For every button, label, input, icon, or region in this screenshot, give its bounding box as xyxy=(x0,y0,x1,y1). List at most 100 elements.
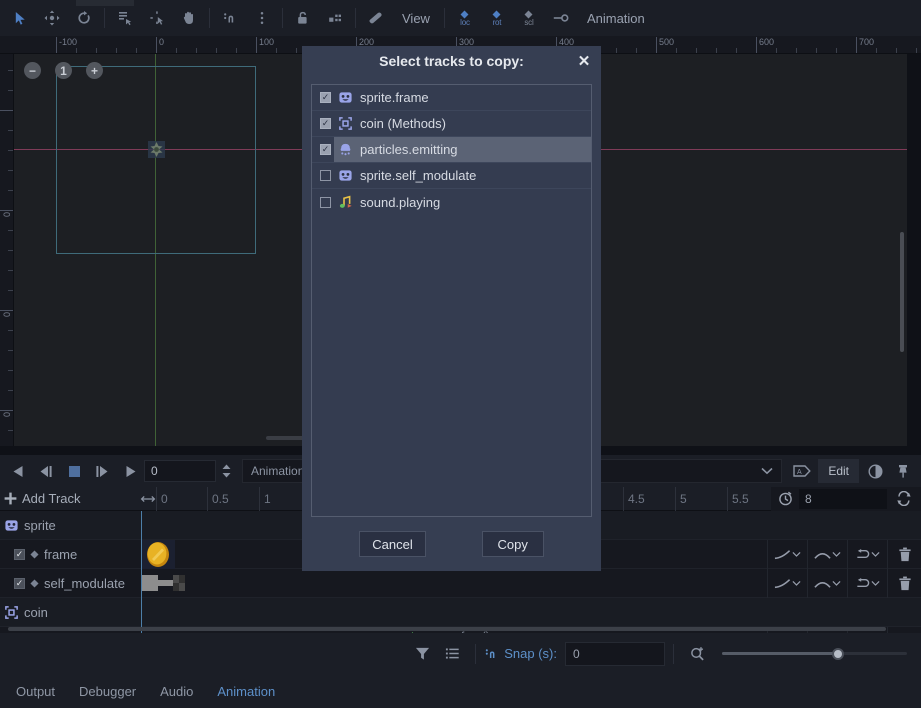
list-item[interactable]: ✓ coin (Methods) xyxy=(312,111,591,137)
loop-icon[interactable] xyxy=(887,491,921,506)
zoom-slider-knob[interactable] xyxy=(832,647,844,660)
track-loop-wrap-button[interactable] xyxy=(847,568,887,598)
track-name: ✓ self_modulate xyxy=(0,569,141,598)
filter-icon[interactable] xyxy=(407,640,437,668)
snap-value-field[interactable]: 0 xyxy=(565,641,665,666)
onion-skin-button[interactable] xyxy=(861,458,889,484)
timeline-playhead[interactable] xyxy=(141,511,142,633)
copy-button[interactable]: Copy xyxy=(481,531,544,557)
zoom-controls: − 1 + xyxy=(24,62,103,79)
play-backwards-button[interactable] xyxy=(4,458,32,484)
list-item[interactable]: ✓ sprite.frame xyxy=(312,85,591,111)
key-location-icon[interactable]: loc xyxy=(449,3,481,33)
keyframe-diamond-icon xyxy=(30,549,39,559)
edit-button[interactable]: Edit xyxy=(818,459,859,483)
key-rotation-icon[interactable]: rot xyxy=(481,3,513,33)
toolbar-separator-4 xyxy=(355,8,356,28)
track-horizontal-scrollbar[interactable] xyxy=(8,627,886,631)
zoom-in-icon[interactable] xyxy=(682,640,712,668)
bezier-list-icon[interactable] xyxy=(437,640,467,668)
pin-button[interactable] xyxy=(889,458,917,484)
keyframe-sprite-preview[interactable] xyxy=(141,539,175,569)
key-loc-label: loc xyxy=(460,18,470,27)
time-spinner-arrows[interactable] xyxy=(216,460,236,482)
ruler-label: 600 xyxy=(759,37,775,47)
tab-debugger[interactable]: Debugger xyxy=(67,674,148,708)
timeline-zoom-slider[interactable] xyxy=(722,645,907,663)
key-rot-label: rot xyxy=(492,18,502,27)
snap-options-icon[interactable] xyxy=(246,3,278,33)
view-menu-button[interactable]: View xyxy=(392,3,440,33)
tab-audio[interactable]: Audio xyxy=(148,674,205,708)
track-interpolation-button[interactable] xyxy=(807,539,847,569)
list-item[interactable]: sound.playing xyxy=(312,189,591,215)
step-back-button[interactable] xyxy=(32,458,60,484)
dialog-title: Select tracks to copy: xyxy=(379,53,524,69)
ruler-select-icon[interactable] xyxy=(141,3,173,33)
statusbar-separator xyxy=(475,643,477,664)
tab-output[interactable]: Output xyxy=(4,674,67,708)
keyframe-color-preview[interactable] xyxy=(141,574,186,591)
track-enabled-checkbox[interactable]: ✓ xyxy=(14,548,25,560)
bottom-panel-tabs: Output Debugger Audio Animation xyxy=(0,674,921,708)
play-button[interactable] xyxy=(116,458,144,484)
tab-animation[interactable]: Animation xyxy=(205,674,287,708)
list-item-label: particles.emitting xyxy=(360,142,458,157)
track-update-mode-button[interactable] xyxy=(767,568,807,598)
track-label: frame xyxy=(44,546,78,562)
track-remove-button[interactable] xyxy=(887,539,921,569)
zoom-out-button[interactable]: − xyxy=(24,62,41,79)
vertical-ruler[interactable]: 0 0 0 xyxy=(0,54,14,446)
insert-key-icon[interactable] xyxy=(545,3,577,33)
lock-icon[interactable] xyxy=(287,3,319,33)
track-checklist[interactable]: ✓ sprite.frame ✓ coin (Methods) ✓ partic… xyxy=(311,84,592,517)
svg-text:A: A xyxy=(797,469,802,476)
list-item[interactable]: ✓ particles.emitting xyxy=(312,137,591,163)
animation-length-field[interactable]: 8 xyxy=(799,488,887,509)
origin-gizmo-icon[interactable] xyxy=(148,141,165,158)
animation-menu-button[interactable]: Animation xyxy=(577,3,655,33)
sprite-node-icon xyxy=(339,92,352,103)
scale-list-icon[interactable] xyxy=(109,3,141,33)
track-interpolation-button[interactable] xyxy=(807,568,847,598)
track-group-label: sprite xyxy=(24,517,56,533)
track-checkbox[interactable]: ✓ xyxy=(320,92,331,103)
add-track-button[interactable]: Add Track xyxy=(0,487,140,511)
select-arrow-icon[interactable] xyxy=(4,3,36,33)
track-keyframes[interactable] xyxy=(141,569,767,598)
select-tracks-dialog: Select tracks to copy: ✕ ✓ sprite.frame … xyxy=(302,46,601,571)
key-scale-icon[interactable]: scl xyxy=(513,3,545,33)
track-group-row[interactable]: coin xyxy=(0,598,921,627)
canvas-vertical-scrollbar[interactable] xyxy=(900,232,904,352)
snap-icon[interactable] xyxy=(214,3,246,33)
list-item[interactable]: sprite.self_modulate xyxy=(312,163,591,189)
current-time-field[interactable]: 0 xyxy=(144,460,216,482)
sprite-node-icon xyxy=(5,519,18,531)
zoom-reset-button[interactable]: 1 xyxy=(55,62,72,79)
zoom-in-button[interactable]: + xyxy=(86,62,103,79)
track-name: ✓ frame xyxy=(0,540,141,569)
track-enabled-checkbox[interactable]: ✓ xyxy=(14,577,25,589)
timeline-resize-icon[interactable] xyxy=(140,493,156,505)
stop-button[interactable] xyxy=(60,458,88,484)
track-row[interactable]: ✓ self_modulate xyxy=(0,568,921,598)
track-checkbox[interactable] xyxy=(320,196,331,208)
move-icon[interactable] xyxy=(36,3,68,33)
track-checkbox[interactable] xyxy=(320,170,331,181)
track-checkbox[interactable]: ✓ xyxy=(320,118,331,129)
cancel-button[interactable]: Cancel xyxy=(359,531,426,557)
snap-toggle[interactable]: Snap (s): xyxy=(484,646,557,661)
timeline-mark: 1 xyxy=(259,487,271,511)
clock-icon xyxy=(771,491,799,506)
track-loop-wrap-button[interactable] xyxy=(847,539,887,569)
bone-icon[interactable] xyxy=(360,3,392,33)
track-update-mode-button[interactable] xyxy=(767,539,807,569)
group-icon[interactable] xyxy=(319,3,351,33)
close-icon[interactable]: ✕ xyxy=(575,52,593,70)
step-forward-button[interactable] xyxy=(88,458,116,484)
rotate-icon[interactable] xyxy=(68,3,100,33)
autoplay-button[interactable]: A xyxy=(788,458,816,484)
track-checkbox[interactable]: ✓ xyxy=(320,144,331,155)
track-remove-button[interactable] xyxy=(887,568,921,598)
pan-hand-icon[interactable] xyxy=(173,3,205,33)
